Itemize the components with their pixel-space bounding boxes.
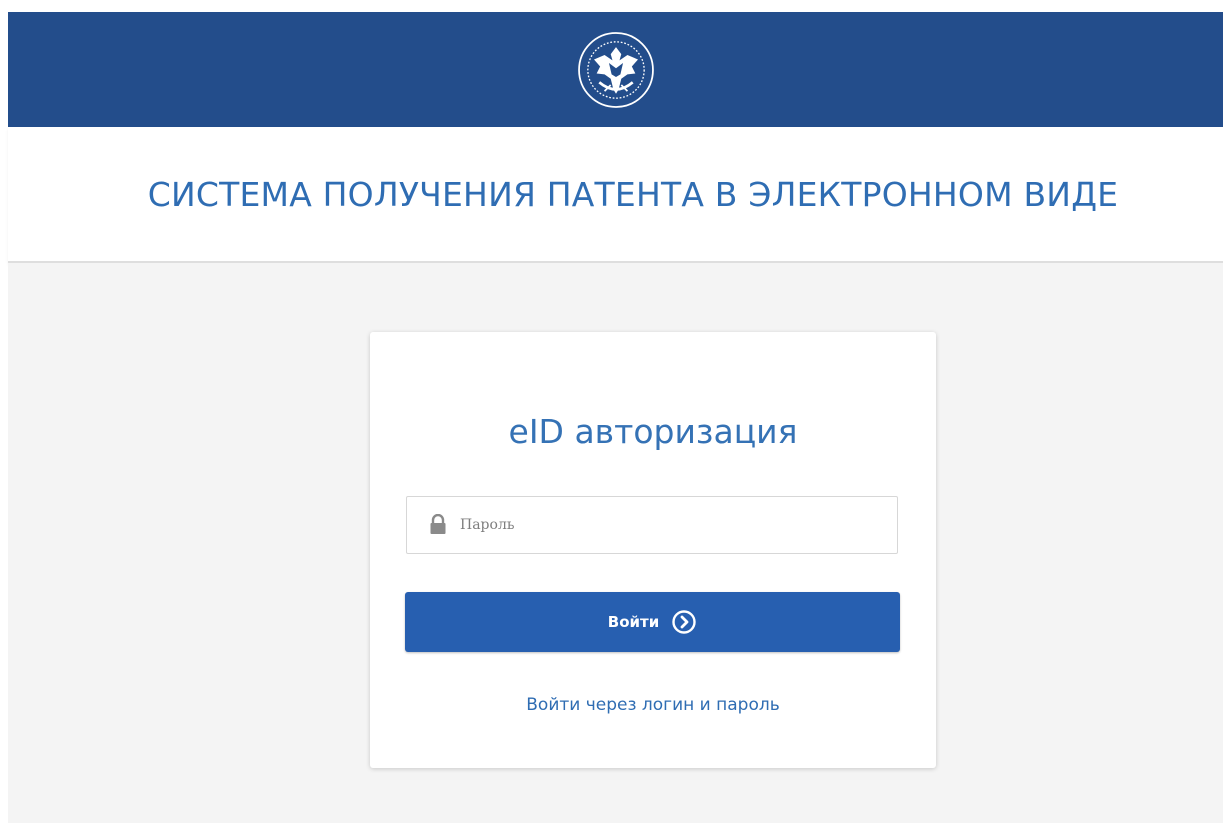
password-input[interactable] [460,505,880,545]
card-title: eID авторизация [508,412,798,451]
system-title: СИСТЕМА ПОЛУЧЕНИЯ ПАТЕНТА В ЭЛЕКТРОННОМ … [147,174,1119,214]
arrow-circle-right-icon [672,610,696,634]
lock-icon [430,514,446,534]
content-area: eID авторизация Войти Войти через логин … [8,263,1223,823]
login-button[interactable]: Войти [405,592,900,652]
login-password-link[interactable]: Войти через логин и пароль [370,695,936,715]
login-button-label: Войти [607,613,660,631]
title-band: СИСТЕМА ПОЛУЧЕНИЯ ПАТЕНТА В ЭЛЕКТРОННОМ … [8,127,1223,263]
top-banner [8,12,1223,127]
coat-of-arms-icon [577,31,654,108]
page: СИСТЕМА ПОЛУЧЕНИЯ ПАТЕНТА В ЭЛЕКТРОННОМ … [0,0,1223,823]
password-field[interactable] [406,496,898,554]
login-card: eID авторизация Войти Войти через логин … [370,332,936,768]
